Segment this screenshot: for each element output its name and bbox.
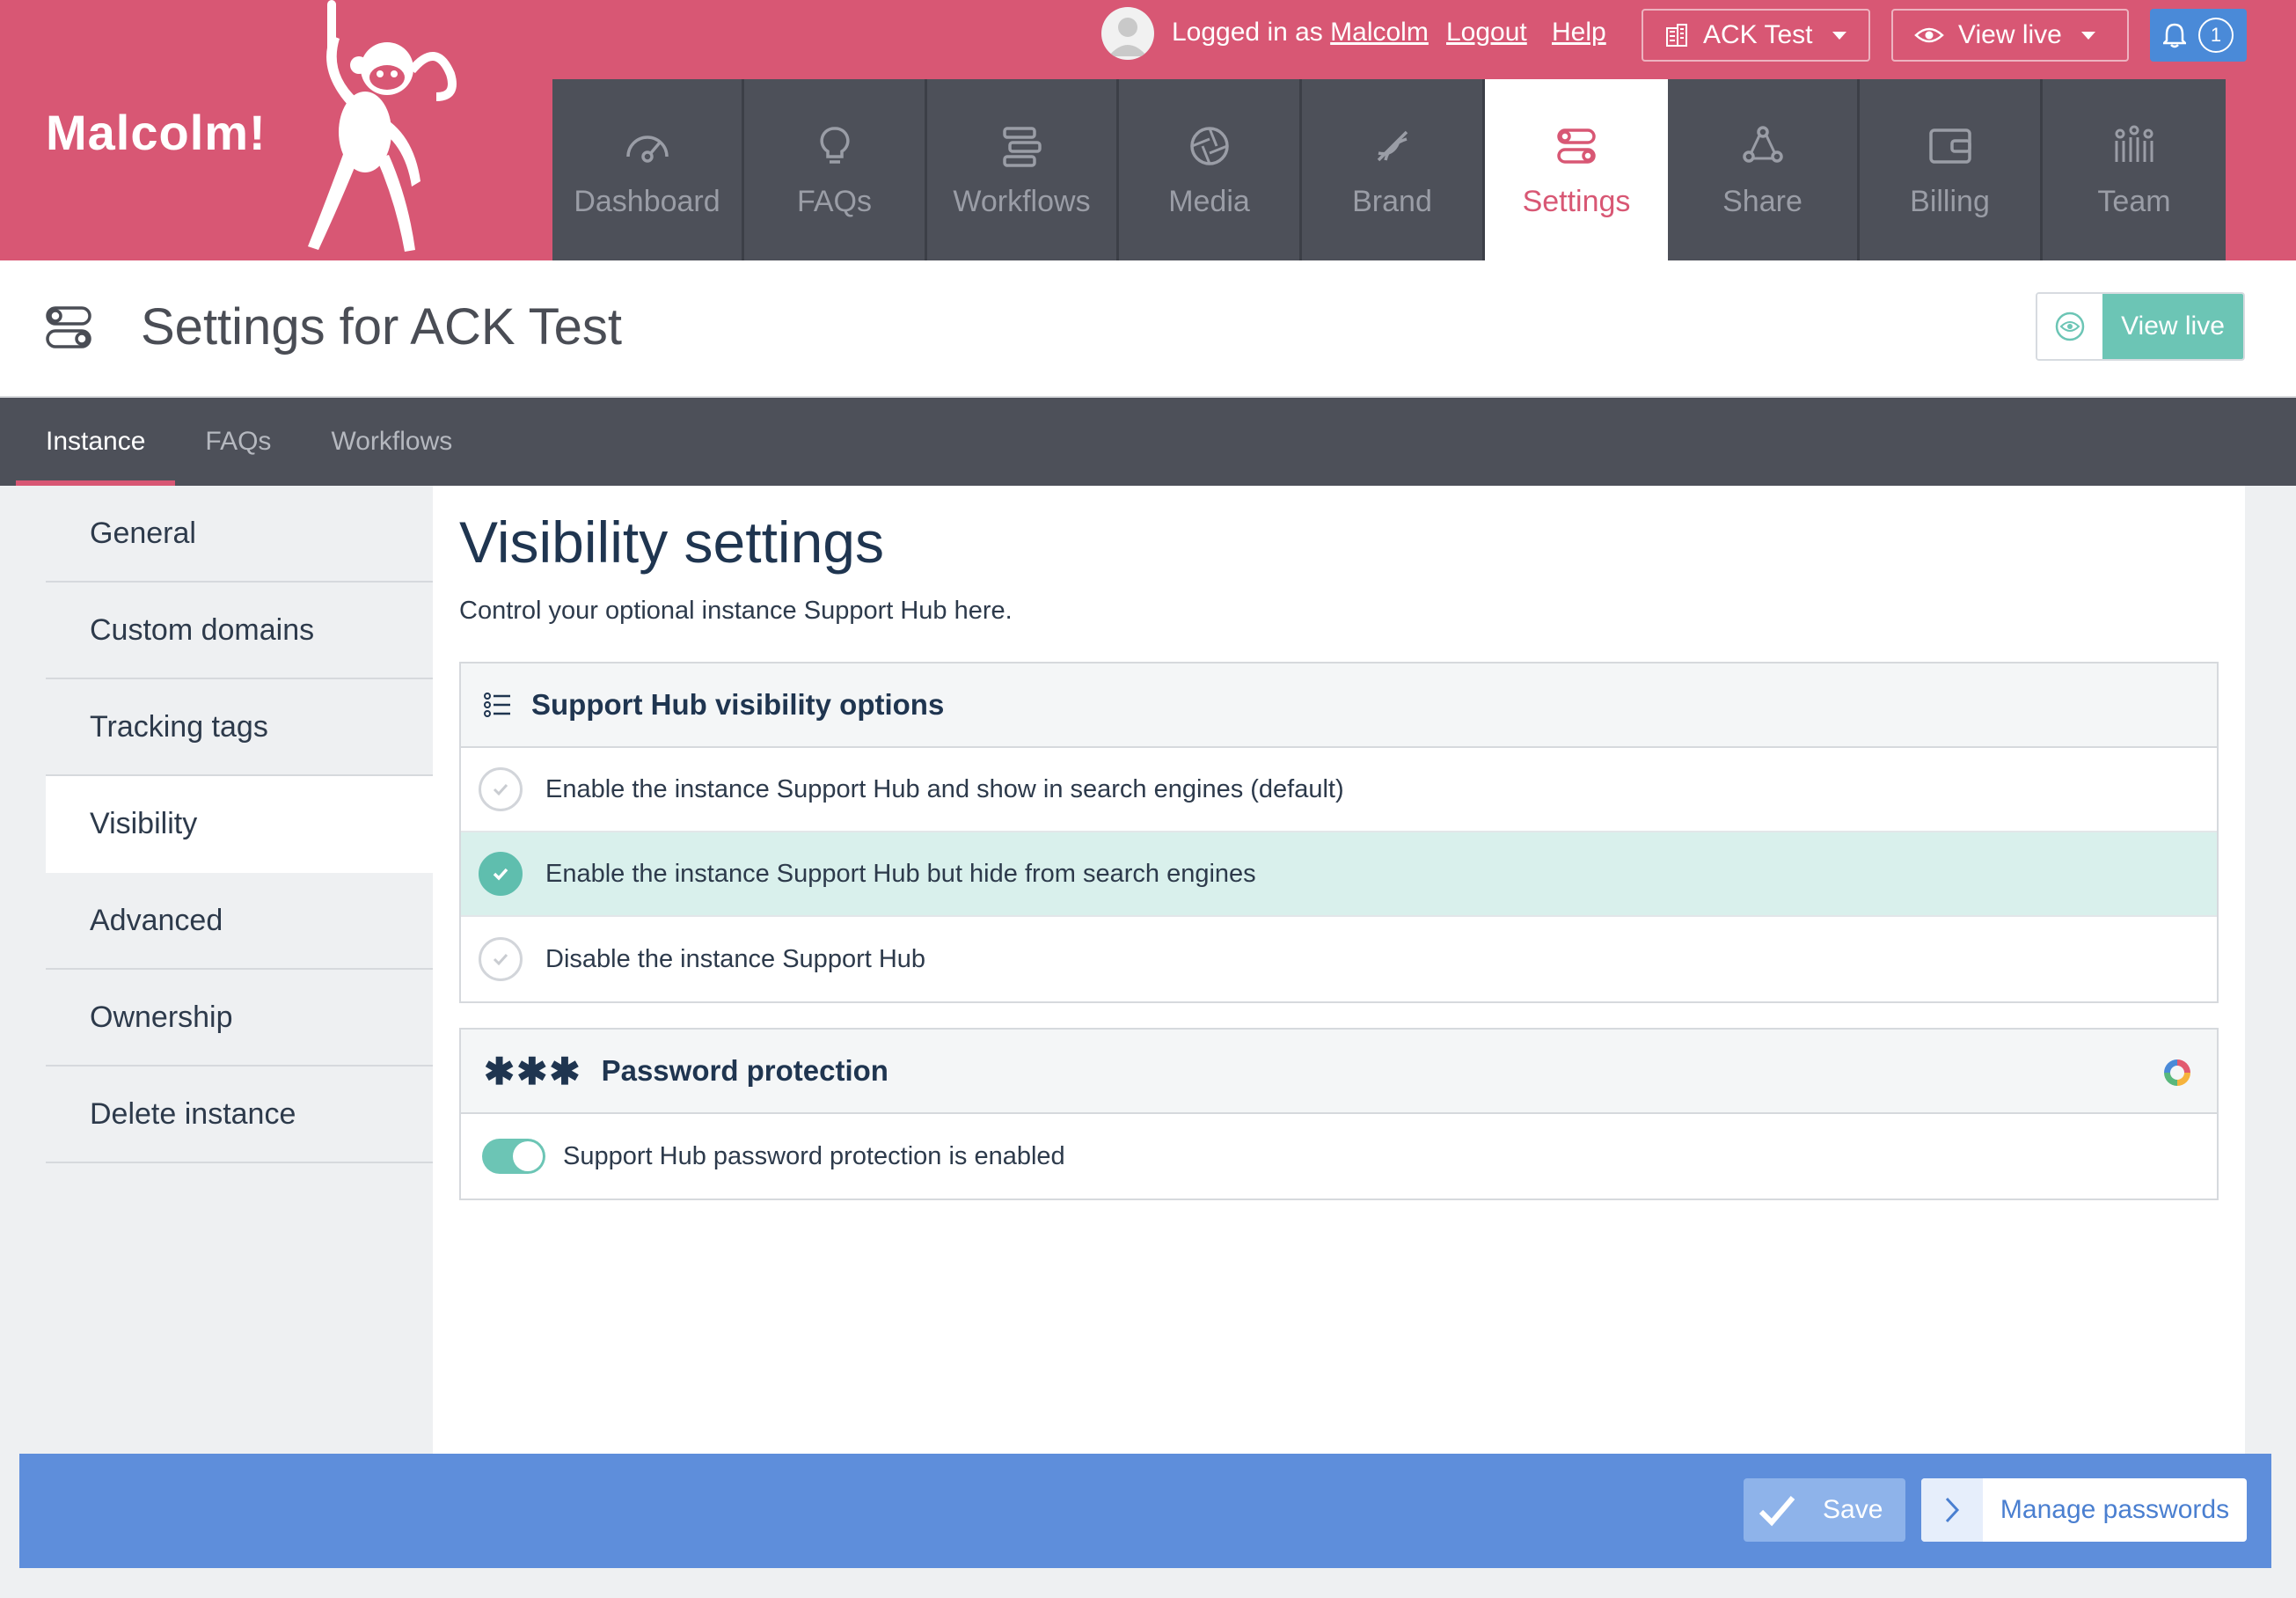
side-menu-custom-domains[interactable]: Custom domains (46, 583, 433, 679)
monkey-mascot-icon (308, 0, 457, 252)
password-toggle-row: Support Hub password protection is enabl… (461, 1114, 2217, 1198)
notification-count-badge: 1 (2198, 18, 2234, 53)
asterisks-icon: ✱✱✱ (484, 1050, 582, 1092)
instance-dropdown-label: ACK Test (1703, 20, 1813, 49)
logged-in-prefix: Logged in as (1172, 18, 1323, 47)
username-link[interactable]: Malcolm (1330, 18, 1429, 47)
tab-instance[interactable]: Instance (16, 398, 176, 486)
manage-passwords-label: Manage passwords (2000, 1495, 2230, 1524)
nav-team-label: Team (2097, 184, 2171, 218)
notifications-button[interactable]: 1 (2150, 9, 2247, 62)
eye-icon (1914, 27, 1944, 43)
tab-workflows[interactable]: Workflows (301, 398, 482, 486)
nav-brand-label: Brand (1352, 184, 1432, 218)
visibility-option-label: Enable the instance Support Hub and show… (545, 774, 1344, 803)
check-radio-icon[interactable] (479, 767, 523, 811)
page-title-bar: Settings for ACK Test View live (0, 260, 2296, 398)
tab-faqs[interactable]: FAQs (175, 398, 301, 486)
view-live-button[interactable]: View live (2036, 292, 2245, 361)
visibility-option-disable[interactable]: Disable the instance Support Hub (461, 917, 2217, 1001)
section-description: Control your optional instance Support H… (459, 597, 1013, 625)
main-navigation: Dashboard FAQs Workflows Media Brand Set… (552, 79, 2226, 260)
team-icon (2115, 125, 2153, 162)
view-live-dropdown[interactable]: View live (1891, 9, 2129, 62)
list-icon (484, 693, 510, 717)
visibility-panel-heading: Support Hub visibility options (531, 688, 945, 721)
visibility-panel-header: Support Hub visibility options (461, 663, 2217, 748)
dna-icon (1377, 130, 1408, 161)
save-button-label: Save (1823, 1495, 1883, 1524)
side-menu-advanced[interactable]: Advanced (46, 873, 433, 970)
instance-dropdown[interactable]: ACK Test (1642, 9, 1870, 62)
brand-logo-text[interactable]: Malcolm! (46, 104, 267, 161)
chevron-down-icon (1832, 31, 1846, 40)
settings-side-menu: General Custom domains Tracking tags Vis… (46, 486, 433, 1163)
aperture-icon (1189, 126, 1229, 165)
visibility-option-hide-search[interactable]: Enable the instance Support Hub but hide… (461, 832, 2217, 917)
password-protection-toggle[interactable] (482, 1139, 545, 1174)
side-menu-general[interactable]: General (46, 486, 433, 583)
nav-dashboard[interactable]: Dashboard (552, 79, 744, 260)
side-menu-ownership[interactable]: Ownership (46, 970, 433, 1067)
section-title: Visibility settings (459, 509, 884, 575)
check-radio-icon[interactable] (479, 937, 523, 981)
dashboard-icon (625, 135, 669, 163)
side-menu-delete-instance[interactable]: Delete instance (46, 1067, 433, 1163)
loading-spinner-icon (2164, 1059, 2190, 1086)
settings-subtabs: Instance FAQs Workflows (0, 398, 2296, 486)
nav-brand[interactable]: Brand (1302, 79, 1485, 260)
nav-faqs-label: FAQs (796, 184, 873, 218)
nav-share-label: Share (1722, 184, 1802, 218)
view-live-dropdown-label: View live (1958, 20, 2062, 49)
checkmark-icon (1759, 1496, 1795, 1527)
logout-link[interactable]: Logout (1446, 18, 1527, 48)
check-radio-icon[interactable] (479, 852, 523, 896)
chevron-right-icon (1921, 1478, 1983, 1542)
settings-icon (46, 306, 91, 348)
manage-passwords-button[interactable]: Manage passwords (1921, 1478, 2247, 1542)
nav-media-label: Media (1168, 184, 1250, 218)
side-menu-visibility[interactable]: Visibility (46, 776, 433, 873)
eye-icon (2037, 294, 2102, 359)
building-icon (1666, 24, 1687, 47)
nav-team[interactable]: Team (2043, 79, 2226, 260)
lightbulb-icon (819, 126, 850, 164)
settings-content: Visibility settings Control your optiona… (433, 486, 2245, 1454)
app-header: Malcolm! Logged in as Malcolm Logout Hel… (0, 0, 2296, 260)
view-live-button-label: View live (2102, 294, 2243, 359)
share-icon (1742, 125, 1783, 163)
action-bar: Save Manage passwords (19, 1454, 2271, 1568)
nav-workflows-label: Workflows (953, 184, 1091, 218)
visibility-option-show[interactable]: Enable the instance Support Hub and show… (461, 748, 2217, 832)
help-link[interactable]: Help (1552, 18, 1606, 48)
nav-billing[interactable]: Billing (1860, 79, 2043, 260)
nav-share[interactable]: Share (1668, 79, 1860, 260)
workflows-icon (1002, 126, 1042, 167)
nav-workflows[interactable]: Workflows (927, 79, 1119, 260)
save-button[interactable]: Save (1744, 1478, 1905, 1542)
settings-icon (1557, 128, 1596, 164)
password-protection-panel: ✱✱✱ Password protection Support Hub pass… (459, 1028, 2219, 1200)
logged-in-label: Logged in as Malcolm (1172, 18, 1429, 48)
page-title: Settings for ACK Test (141, 298, 622, 356)
nav-settings[interactable]: Settings (1485, 79, 1668, 260)
nav-dashboard-label: Dashboard (574, 184, 720, 218)
visibility-option-label: Enable the instance Support Hub but hide… (545, 859, 1256, 888)
nav-faqs[interactable]: FAQs (744, 79, 927, 260)
side-menu-tracking-tags[interactable]: Tracking tags (46, 679, 433, 776)
wallet-icon (1928, 128, 1971, 164)
visibility-options-panel: Support Hub visibility options Enable th… (459, 662, 2219, 1003)
nav-billing-label: Billing (1910, 184, 1990, 218)
nav-media[interactable]: Media (1119, 79, 1302, 260)
password-panel-heading: Password protection (601, 1054, 888, 1087)
user-avatar[interactable] (1101, 7, 1154, 60)
bell-icon (2163, 23, 2186, 48)
chevron-down-icon (2080, 31, 2095, 40)
password-panel-header: ✱✱✱ Password protection (461, 1030, 2217, 1114)
nav-settings-label: Settings (1522, 184, 1631, 218)
password-toggle-label: Support Hub password protection is enabl… (563, 1141, 1065, 1170)
visibility-option-label: Disable the instance Support Hub (545, 944, 926, 973)
